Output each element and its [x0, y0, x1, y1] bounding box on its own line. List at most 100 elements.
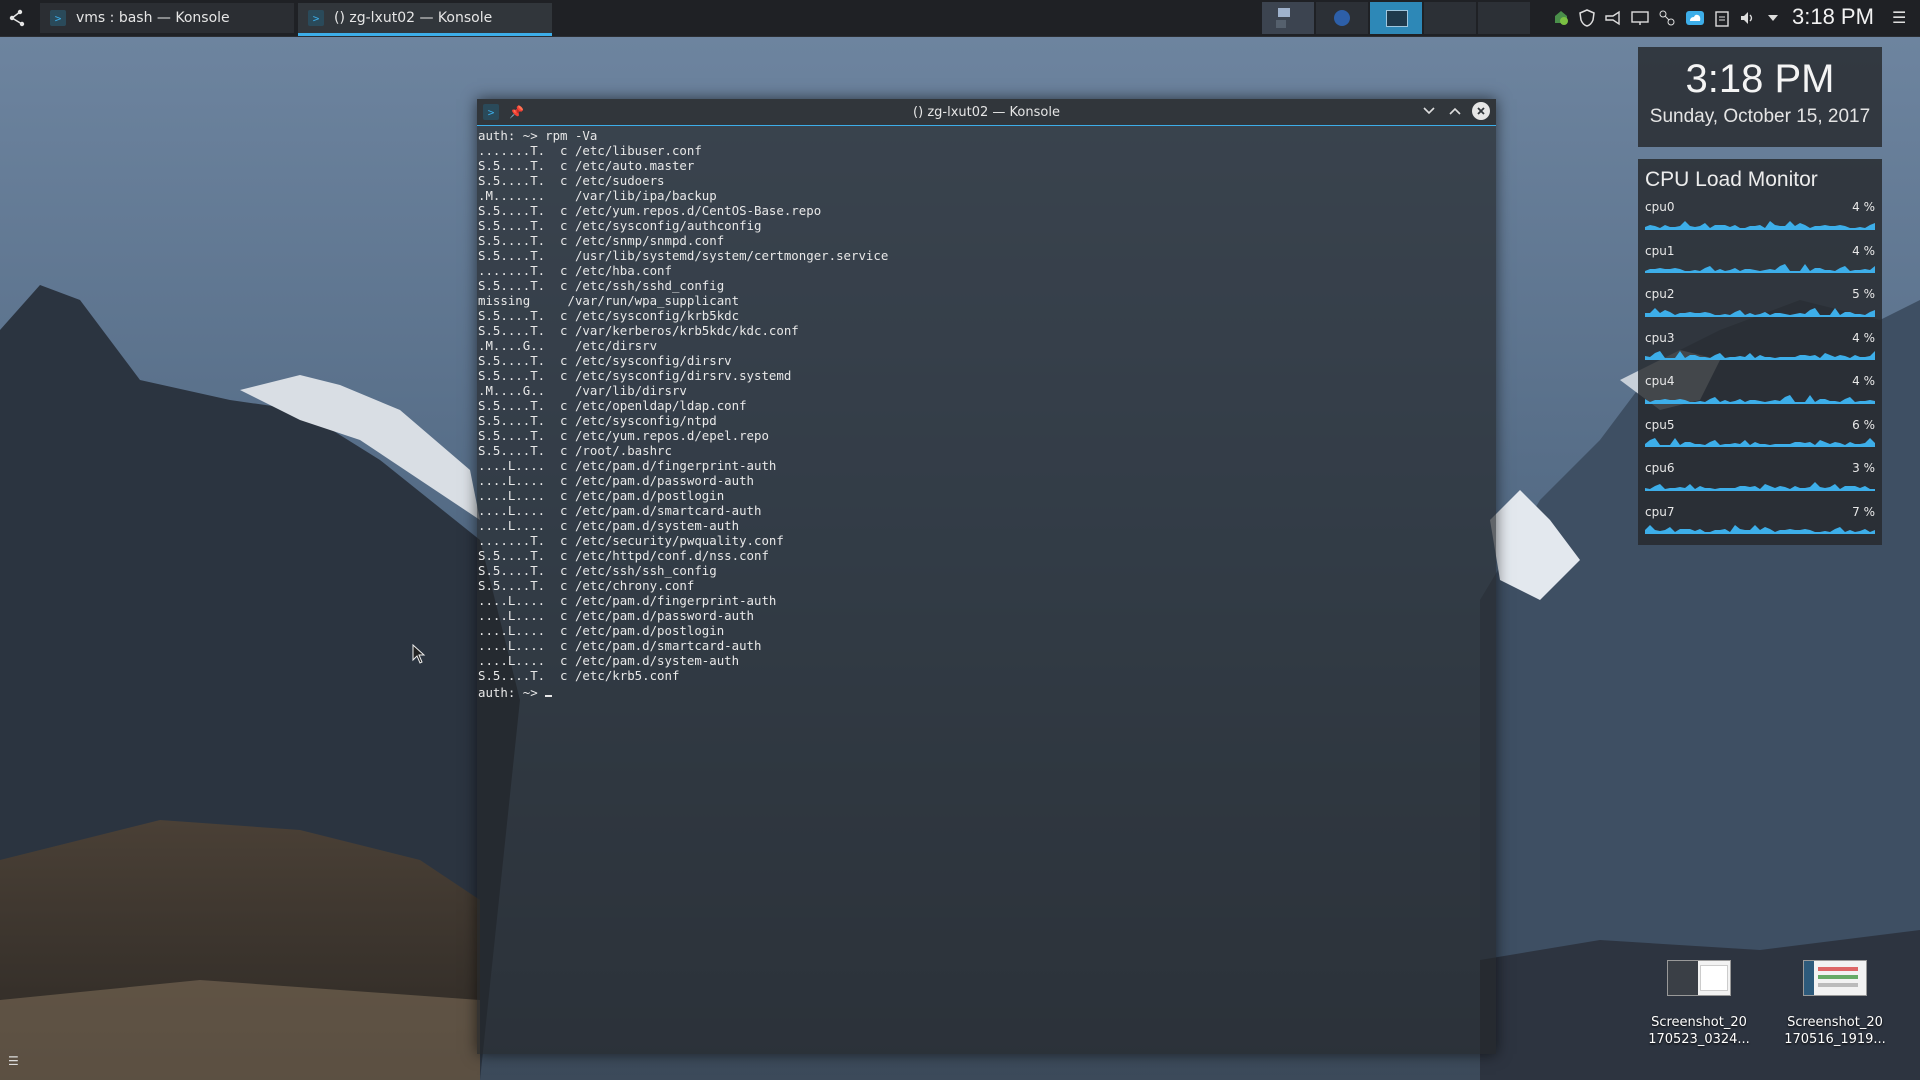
- terminal-line: ....L.... c /etc/pam.d/password-auth: [478, 473, 755, 488]
- konsole-window: > 📌 () zg-lxut02 — Konsole auth: ~> rpm …: [477, 99, 1496, 1054]
- cpu-value: 4 %: [1852, 200, 1875, 214]
- mouse-cursor-icon: [412, 644, 426, 664]
- window-titlebar[interactable]: > 📌 () zg-lxut02 — Konsole: [477, 99, 1496, 126]
- file-thumbnail: [1667, 960, 1731, 996]
- desktop-file-screenshot-2[interactable]: Screenshot_20 170516_1919...: [1775, 960, 1895, 1048]
- terminal-line: S.5....T. c /root/.bashrc: [478, 443, 672, 458]
- close-icon: [1477, 107, 1485, 115]
- desktop-3[interactable]: [1370, 2, 1422, 34]
- terminal-line: S.5....T. /usr/lib/systemd/system/certmo…: [478, 248, 889, 263]
- cpu-row-cpu5: cpu5 6 %: [1645, 410, 1875, 454]
- file-thumbnail: [1803, 960, 1867, 996]
- terminal-line: .......T. c /etc/libuser.conf: [478, 143, 702, 158]
- close-button[interactable]: [1472, 102, 1490, 120]
- cpu-name: cpu6: [1645, 461, 1675, 475]
- terminal-line: .M....G.. /var/lib/dirsrv: [478, 383, 687, 398]
- desktop-4[interactable]: [1424, 2, 1476, 34]
- cpu-load-area: [1645, 307, 1875, 317]
- desktop-file-screenshot-1[interactable]: Screenshot_20 170523_0324...: [1639, 960, 1759, 1048]
- cpu-value: 4 %: [1852, 243, 1875, 258]
- cpu-load-graph: [1645, 525, 1875, 534]
- konsole-icon: >: [308, 10, 324, 26]
- cpu-load-area: [1645, 351, 1875, 360]
- cpu-row-cpu6: cpu6 3 %: [1645, 453, 1875, 497]
- window-thumbnail: [1276, 20, 1286, 28]
- terminal-output[interactable]: auth: ~> rpm -Va .......T. c /etc/libuser…: [477, 126, 1496, 1053]
- cloud-sync-icon[interactable]: [1685, 9, 1705, 27]
- file-name-line1: Screenshot_20: [1651, 1015, 1747, 1030]
- cpu-name: cpu7: [1645, 504, 1675, 519]
- chevron-up-icon: [1449, 107, 1461, 115]
- terminal-line: S.5....T. c /etc/chrony.conf: [478, 578, 695, 593]
- desktop-toolbox-icon[interactable]: ☰: [8, 1054, 19, 1068]
- tray-expand-arrow-icon[interactable]: [1766, 13, 1780, 23]
- desktop-5[interactable]: [1478, 2, 1530, 34]
- konsole-icon: >: [50, 10, 66, 26]
- clipboard-icon[interactable]: [1714, 9, 1730, 27]
- taskbar-item-vms-konsole[interactable]: > vms : bash — Konsole: [40, 3, 294, 33]
- cpu-load-graph: [1645, 220, 1875, 230]
- cpu-row-cpu1: cpu1 4 %: [1645, 236, 1875, 280]
- cpu-row-cpu3: cpu3 4 %: [1645, 323, 1875, 367]
- cpu-value: 6 %: [1852, 417, 1875, 432]
- terminal-line: S.5....T. c /etc/sudoers: [478, 173, 665, 188]
- cpu-value: 5 %: [1852, 287, 1875, 301]
- app-launcher-button[interactable]: [0, 0, 36, 36]
- prompt-text: auth: ~>: [478, 685, 546, 700]
- terminal-line: S.5....T. c /etc/sysconfig/authconfig: [478, 218, 762, 233]
- file-name-line2: 170523_0324...: [1648, 1032, 1750, 1047]
- terminal-line: .......T. c /etc/hba.conf: [478, 263, 672, 278]
- cpu-name: cpu5: [1645, 417, 1675, 432]
- terminal-line: S.5....T. c /etc/sysconfig/krb5kdc: [478, 308, 740, 323]
- panel-clock[interactable]: 3:18 PM: [1792, 4, 1874, 30]
- cpu-load-monitor-widget[interactable]: CPU Load Monitor cpu0 4 % cpu1 4 % cpu2 5 % cp…: [1638, 159, 1882, 545]
- minimize-button[interactable]: [1420, 102, 1438, 120]
- chevron-down-icon: [1423, 107, 1435, 115]
- window-controls: [1420, 102, 1490, 120]
- terminal-line: S.5....T. c /etc/krb5.conf: [478, 668, 680, 683]
- terminal-line: S.5....T. c /etc/snmp/snmpd.conf: [478, 233, 725, 248]
- volume-icon[interactable]: [1739, 10, 1757, 26]
- terminal-line: ....L.... c /etc/pam.d/fingerprint-auth: [478, 593, 777, 608]
- display-icon[interactable]: [1631, 10, 1649, 26]
- notification-icon[interactable]: [1604, 10, 1622, 26]
- kde-logo-icon: [9, 9, 25, 27]
- text-cursor: [545, 683, 553, 697]
- window-title: () zg-lxut02 — Konsole: [913, 104, 1060, 120]
- widget-title: CPU Load Monitor: [1645, 168, 1818, 191]
- terminal-line: ....L.... c /etc/pam.d/postlogin: [478, 488, 725, 503]
- terminal-line: S.5....T. c /etc/ssh/ssh_config: [478, 563, 717, 578]
- terminal-line: S.5....T. c /etc/sysconfig/ntpd: [478, 413, 717, 428]
- window-thumbnail: [1334, 10, 1350, 26]
- terminal-line: S.5....T. c /etc/yum.repos.d/CentOS-Base…: [478, 203, 822, 218]
- cpu-load-graph: [1645, 307, 1875, 317]
- panel-menu-icon[interactable]: ☰: [1892, 8, 1906, 27]
- cpu-name: cpu0: [1645, 200, 1675, 214]
- pin-icon[interactable]: 📌: [509, 105, 524, 119]
- file-name-line1: Screenshot_20: [1787, 1015, 1883, 1030]
- cpu-name: cpu3: [1645, 330, 1675, 345]
- shield-icon[interactable]: [1579, 9, 1595, 27]
- cpu-row-cpu4: cpu4 4 %: [1645, 366, 1875, 410]
- virtual-desktop-pager: [1262, 2, 1530, 34]
- terminal-line: .......T. c /etc/security/pwquality.conf: [478, 533, 784, 548]
- cpu-name: cpu2: [1645, 287, 1675, 301]
- cpu-value: 7 %: [1852, 504, 1875, 519]
- maximize-button[interactable]: [1446, 102, 1464, 120]
- konsole-icon[interactable]: >: [483, 104, 499, 120]
- digital-clock-widget[interactable]: 3:18 PM Sunday, October 15, 2017: [1638, 47, 1882, 147]
- desktop-1[interactable]: [1262, 2, 1314, 34]
- network-icon[interactable]: [1658, 9, 1676, 27]
- desktop-2[interactable]: [1316, 2, 1368, 34]
- taskbar-item-zg-konsole[interactable]: > () zg-lxut02 — Konsole: [298, 3, 552, 36]
- cpu-name: cpu1: [1645, 243, 1675, 258]
- widget-time: 3:18 PM: [1685, 57, 1835, 101]
- terminal-line: ....L.... c /etc/pam.d/smartcard-auth: [478, 503, 762, 518]
- cpu-load-area: [1645, 264, 1875, 273]
- cpu-load-area: [1645, 438, 1875, 447]
- update-notifier-icon[interactable]: [1552, 9, 1570, 27]
- file-name-line2: 170516_1919...: [1784, 1032, 1886, 1047]
- taskbar-item-label: () zg-lxut02 — Konsole: [334, 10, 493, 26]
- terminal-line: missing /var/run/wpa_supplicant: [478, 293, 740, 308]
- terminal-prompt: auth: ~>: [478, 683, 1496, 700]
